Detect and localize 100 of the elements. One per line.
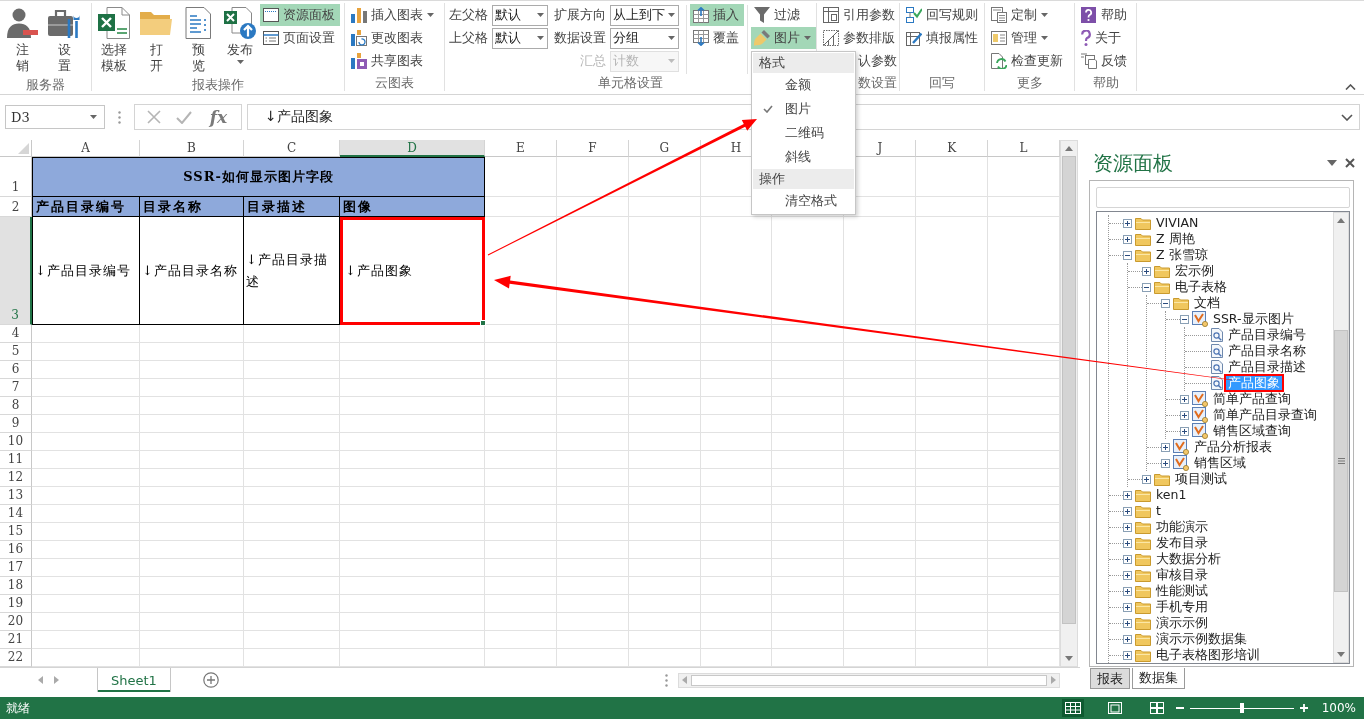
panel-tab[interactable]: 数据集: [1132, 668, 1185, 689]
ribbon-button[interactable]: 共享图表: [348, 50, 439, 72]
view-button[interactable]: [1061, 699, 1084, 717]
tree-item[interactable]: 产品目录编号: [1226, 328, 1308, 342]
plus-box-icon[interactable]: [1123, 554, 1132, 564]
row-header[interactable]: 7: [0, 379, 32, 397]
ribbon-button[interactable]: 关于: [1078, 27, 1132, 49]
ribbon-button[interactable]: 预览: [179, 5, 217, 76]
close-icon[interactable]: [1345, 158, 1355, 168]
minus-box-icon[interactable]: [1161, 298, 1170, 308]
plus-box-icon[interactable]: [1161, 442, 1170, 452]
column-header[interactable]: G: [628, 140, 701, 157]
plus-box-icon[interactable]: [1123, 234, 1132, 244]
plus-circle-icon[interactable]: [202, 672, 219, 688]
ribbon-button[interactable]: 打开: [137, 5, 175, 76]
plus-box-icon[interactable]: [1123, 522, 1132, 532]
field-cell[interactable]: ↓产品目录名称: [140, 217, 244, 325]
tree-item[interactable]: 大数据分析: [1154, 552, 1223, 566]
tree-item[interactable]: 电子表格图形培训: [1154, 648, 1262, 662]
tree-item[interactable]: 简单产品查询: [1211, 392, 1293, 406]
tree-item[interactable]: 性能测试: [1154, 584, 1210, 598]
ribbon-button[interactable]: 检查更新: [988, 50, 1068, 72]
row-header[interactable]: 5: [0, 343, 32, 361]
tree-item[interactable]: 简单产品目录查询: [1211, 408, 1319, 422]
check-icon[interactable]: [176, 110, 193, 124]
row-header[interactable]: 4: [0, 325, 32, 343]
tree-item[interactable]: Z 张雪琼: [1154, 248, 1210, 262]
plus-box-icon[interactable]: [1123, 650, 1132, 660]
row-header[interactable]: 21: [0, 631, 32, 649]
column-header[interactable]: D: [340, 140, 485, 157]
row-header[interactable]: 19: [0, 595, 32, 613]
ribbon-button[interactable]: 定制: [988, 4, 1068, 26]
chevron-down-icon[interactable]: [1341, 113, 1353, 121]
row-header[interactable]: 11: [0, 451, 32, 469]
ribbon-button[interactable]: 设置: [45, 5, 83, 76]
row-header[interactable]: 17: [0, 559, 32, 577]
plus-box-icon[interactable]: [1123, 618, 1132, 628]
ribbon-button[interactable]: 管理: [988, 27, 1068, 49]
row-header[interactable]: 8: [0, 397, 32, 415]
minus-box-icon[interactable]: [1123, 250, 1132, 260]
minus-box-icon[interactable]: [1142, 282, 1151, 292]
tree-item[interactable]: 文档: [1192, 296, 1222, 310]
ribbon-button[interactable]: 过滤: [751, 4, 816, 26]
column-header[interactable]: K: [916, 140, 989, 157]
plus-box-icon[interactable]: [1123, 602, 1132, 612]
tree-item[interactable]: SSR-显示图片: [1211, 312, 1296, 326]
field-cell[interactable]: ↓产品图象: [340, 217, 485, 325]
tree-item[interactable]: ken1: [1154, 488, 1189, 502]
scrollbar[interactable]: [678, 672, 1060, 688]
ribbon-button[interactable]: 插入图表: [348, 4, 439, 26]
tree-item[interactable]: Z 周艳: [1154, 232, 1197, 246]
row-header[interactable]: 18: [0, 577, 32, 595]
row-header[interactable]: 13: [0, 487, 32, 505]
tree-item[interactable]: 演示示例数据集: [1154, 632, 1249, 646]
column-header[interactable]: C: [244, 140, 340, 157]
ribbon-button[interactable]: 选择模板: [95, 5, 133, 76]
plus-box-icon[interactable]: [1123, 218, 1132, 228]
row-header[interactable]: 2: [0, 197, 32, 217]
plus-box-icon[interactable]: [1123, 490, 1132, 500]
column-header[interactable]: E: [485, 140, 557, 157]
tree-item[interactable]: 销售区域查询: [1211, 424, 1293, 438]
field-cell[interactable]: ↓产品目录编号: [32, 217, 140, 325]
row-header[interactable]: 1: [0, 157, 32, 197]
ribbon-button[interactable]: 图片: [751, 27, 816, 49]
plus-box-icon[interactable]: [1123, 506, 1132, 516]
dropdown-field[interactable]: 分组: [610, 27, 679, 49]
tree-item[interactable]: 产品分析报表: [1192, 440, 1274, 454]
column-header[interactable]: F: [556, 140, 629, 157]
tree-item[interactable]: 产品目录描述: [1226, 360, 1308, 374]
ribbon-button[interactable]: 插入: [690, 4, 744, 26]
zoom-thumb[interactable]: [1239, 703, 1244, 713]
ribbon-button[interactable]: 注销: [3, 5, 41, 76]
plus-box-icon[interactable]: [1123, 634, 1132, 644]
dropdown-field[interactable]: 默认: [492, 4, 548, 26]
name-box[interactable]: D3: [5, 105, 105, 129]
plus-box-icon[interactable]: [1123, 586, 1132, 596]
fill-handle[interactable]: [480, 320, 486, 326]
scroll-thumb[interactable]: [1062, 156, 1076, 624]
insert-function-button[interactable]: fx: [207, 107, 230, 127]
caret-down-icon[interactable]: [1327, 160, 1337, 166]
scrollbar[interactable]: [1333, 212, 1349, 663]
tree-item[interactable]: 项目测试: [1173, 472, 1229, 486]
column-header[interactable]: B: [140, 140, 244, 157]
chevron-up-icon[interactable]: [1345, 84, 1356, 90]
tree-item[interactable]: 演示示例: [1154, 616, 1210, 630]
plus-box-icon[interactable]: [1142, 474, 1151, 484]
ribbon-button[interactable]: 引用参数: [820, 4, 900, 26]
row-header[interactable]: 14: [0, 505, 32, 523]
scroll-thumb[interactable]: [1334, 330, 1348, 592]
scrollbar[interactable]: [1060, 140, 1078, 667]
tree-item[interactable]: 发布目录: [1154, 536, 1210, 550]
column-header[interactable]: A: [32, 140, 140, 157]
ribbon-button[interactable]: 发布: [221, 5, 259, 76]
ribbon-button[interactable]: 页面设置: [260, 27, 340, 49]
plus-icon[interactable]: [1299, 704, 1308, 712]
ribbon-button[interactable]: 填报属性: [903, 27, 983, 49]
dropdown-field[interactable]: 默认: [492, 27, 548, 49]
scroll-thumb[interactable]: [691, 674, 1047, 686]
tree-item[interactable]: 产品目录名称: [1226, 344, 1308, 358]
row-header[interactable]: 6: [0, 361, 32, 379]
